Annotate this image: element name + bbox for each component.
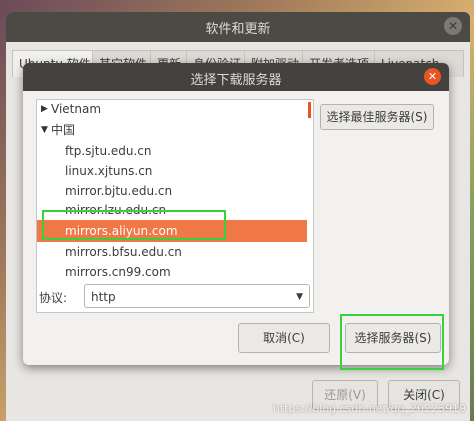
choose-server-button[interactable]: 选择服务器(S) bbox=[345, 323, 441, 353]
dialog-title: 选择下载服务器 bbox=[190, 73, 282, 88]
server-row[interactable]: linux.xjtuns.cn bbox=[37, 162, 307, 181]
server-label: ftp.sjtu.edu.cn bbox=[65, 144, 152, 158]
server-tree[interactable]: ▶ Vietnam ▼ 中国 ftp.sjtu.edu.cn linux.xjt… bbox=[36, 99, 314, 313]
dialog-close-icon[interactable]: ✕ bbox=[424, 68, 441, 85]
choose-server-dialog: 选择下载服务器 ✕ ▶ Vietnam ▼ 中国 ftp.sjtu.edu.cn… bbox=[23, 63, 449, 365]
collapse-arrow-icon[interactable]: ▼ bbox=[41, 121, 48, 140]
protocol-select[interactable]: http ▼ bbox=[84, 284, 310, 308]
server-label: mirror.bjtu.edu.cn bbox=[65, 184, 173, 198]
country-row-china[interactable]: ▼ 中国 bbox=[37, 121, 307, 140]
window-title: 软件和更新 bbox=[205, 22, 271, 37]
window-titlebar: 软件和更新 ✕ bbox=[6, 12, 470, 42]
server-row[interactable]: mirror.bjtu.edu.cn bbox=[37, 182, 307, 201]
server-row[interactable]: mirrors.bfsu.edu.cn bbox=[37, 243, 307, 262]
server-label: mirrors.cn99.com bbox=[65, 265, 171, 279]
country-label: Vietnam bbox=[51, 102, 102, 116]
country-row-vietnam[interactable]: ▶ Vietnam bbox=[37, 100, 307, 119]
server-label: linux.xjtuns.cn bbox=[65, 164, 153, 178]
dialog-titlebar: 选择下载服务器 ✕ bbox=[23, 63, 449, 91]
expand-arrow-icon[interactable]: ▶ bbox=[41, 100, 48, 119]
close-icon[interactable]: ✕ bbox=[444, 17, 462, 35]
server-row[interactable]: mirror.lzu.edu.cn bbox=[37, 201, 307, 220]
select-best-server-button[interactable]: 选择最佳服务器(S) bbox=[320, 104, 434, 130]
protocol-value: http bbox=[91, 290, 116, 304]
country-label: 中国 bbox=[51, 123, 76, 137]
scrollbar[interactable] bbox=[308, 102, 311, 118]
server-label: mirror.lzu.edu.cn bbox=[65, 203, 167, 217]
protocol-label: 协议: bbox=[39, 291, 68, 305]
server-row[interactable]: ftp.sjtu.edu.cn bbox=[37, 142, 307, 161]
server-row[interactable]: mirrors.cn99.com bbox=[37, 263, 307, 282]
server-label: mirrors.bfsu.edu.cn bbox=[65, 245, 182, 259]
server-row-selected[interactable]: mirrors.aliyun.com bbox=[37, 220, 307, 242]
cancel-button[interactable]: 取消(C) bbox=[238, 323, 330, 353]
server-label: mirrors.aliyun.com bbox=[65, 224, 178, 238]
watermark: https://blog.csdn.net/qq_20223919 bbox=[272, 402, 466, 415]
dropdown-arrow-icon: ▼ bbox=[296, 292, 303, 302]
